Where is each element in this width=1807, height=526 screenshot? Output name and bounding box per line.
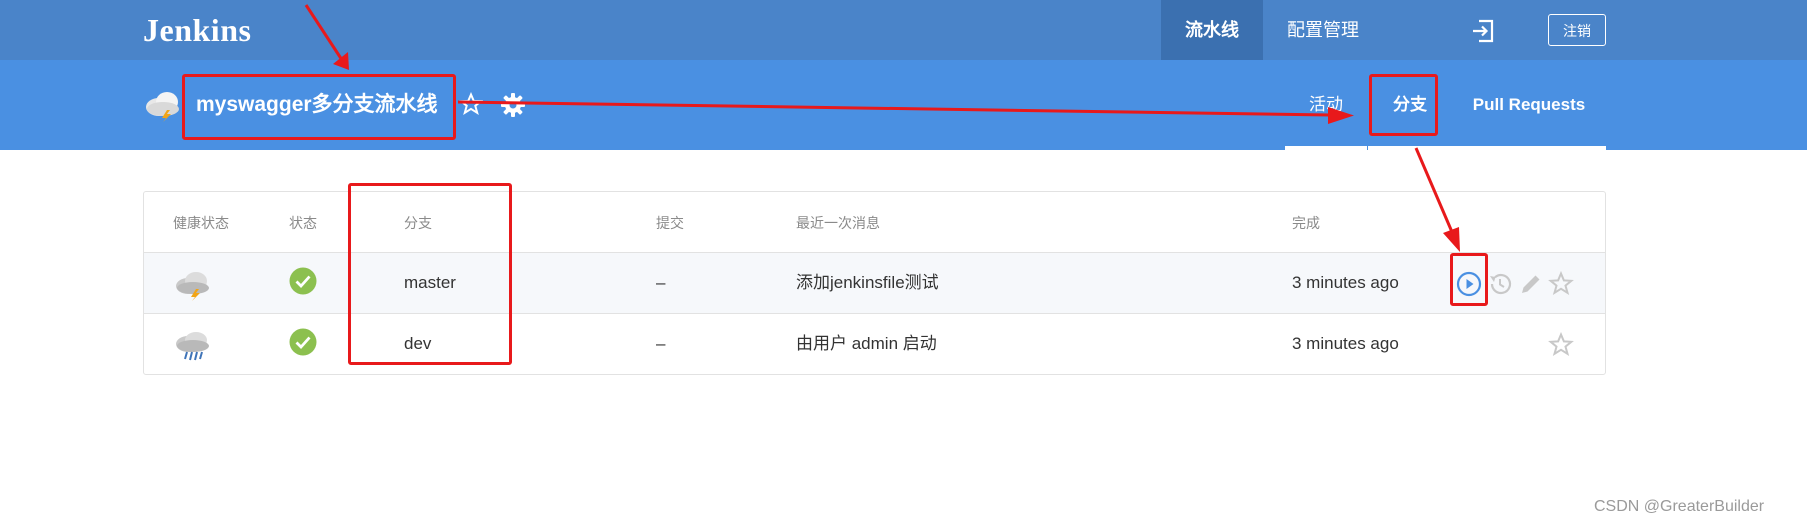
success-check-icon xyxy=(289,328,317,356)
tab-underline-prs xyxy=(1452,146,1606,150)
replay-history-icon[interactable] xyxy=(1487,271,1513,297)
last-message: 由用户 admin 启动 xyxy=(796,334,937,353)
annotation-box-branches-tab xyxy=(1369,74,1438,136)
column-commit: 提交 xyxy=(656,215,684,231)
completed-time: 3 minutes ago xyxy=(1292,334,1399,353)
annotation-box-title xyxy=(182,74,456,140)
nav-pipelines[interactable]: 流水线 xyxy=(1161,0,1263,60)
column-status: 状态 xyxy=(289,215,317,231)
tab-pull-requests[interactable]: Pull Requests xyxy=(1452,60,1606,150)
last-message: 添加jenkinsfile测试 xyxy=(796,273,939,292)
stormy-weather-icon xyxy=(176,272,209,301)
top-bar xyxy=(0,0,1807,60)
jenkins-logo[interactable]: Jenkins xyxy=(143,12,251,49)
rainy-weather-icon xyxy=(176,332,209,361)
edit-pencil-icon[interactable] xyxy=(1518,271,1544,297)
tab-activity[interactable]: 活动 xyxy=(1285,60,1367,150)
favorite-star-icon[interactable] xyxy=(459,92,483,116)
stormy-weather-icon xyxy=(146,92,179,122)
tab-underline-activity xyxy=(1285,146,1367,150)
column-completed: 完成 xyxy=(1292,215,1320,231)
commit-id: – xyxy=(656,334,666,353)
annotation-box-branch-column xyxy=(348,183,512,365)
commit-id: – xyxy=(656,273,666,292)
logout-button[interactable]: 注销 xyxy=(1548,14,1606,46)
favorite-star-icon[interactable] xyxy=(1548,332,1574,358)
annotation-box-run-button xyxy=(1450,253,1488,306)
column-health: 健康状态 xyxy=(173,215,229,231)
login-icon[interactable] xyxy=(1470,18,1496,44)
watermark: CSDN @GreaterBuilder xyxy=(1594,498,1765,515)
success-check-icon xyxy=(289,267,317,295)
column-message: 最近一次消息 xyxy=(796,215,880,231)
gear-icon[interactable] xyxy=(500,92,526,118)
completed-time: 3 minutes ago xyxy=(1292,273,1399,292)
favorite-star-icon[interactable] xyxy=(1548,271,1574,297)
nav-admin[interactable]: 配置管理 xyxy=(1263,0,1383,60)
